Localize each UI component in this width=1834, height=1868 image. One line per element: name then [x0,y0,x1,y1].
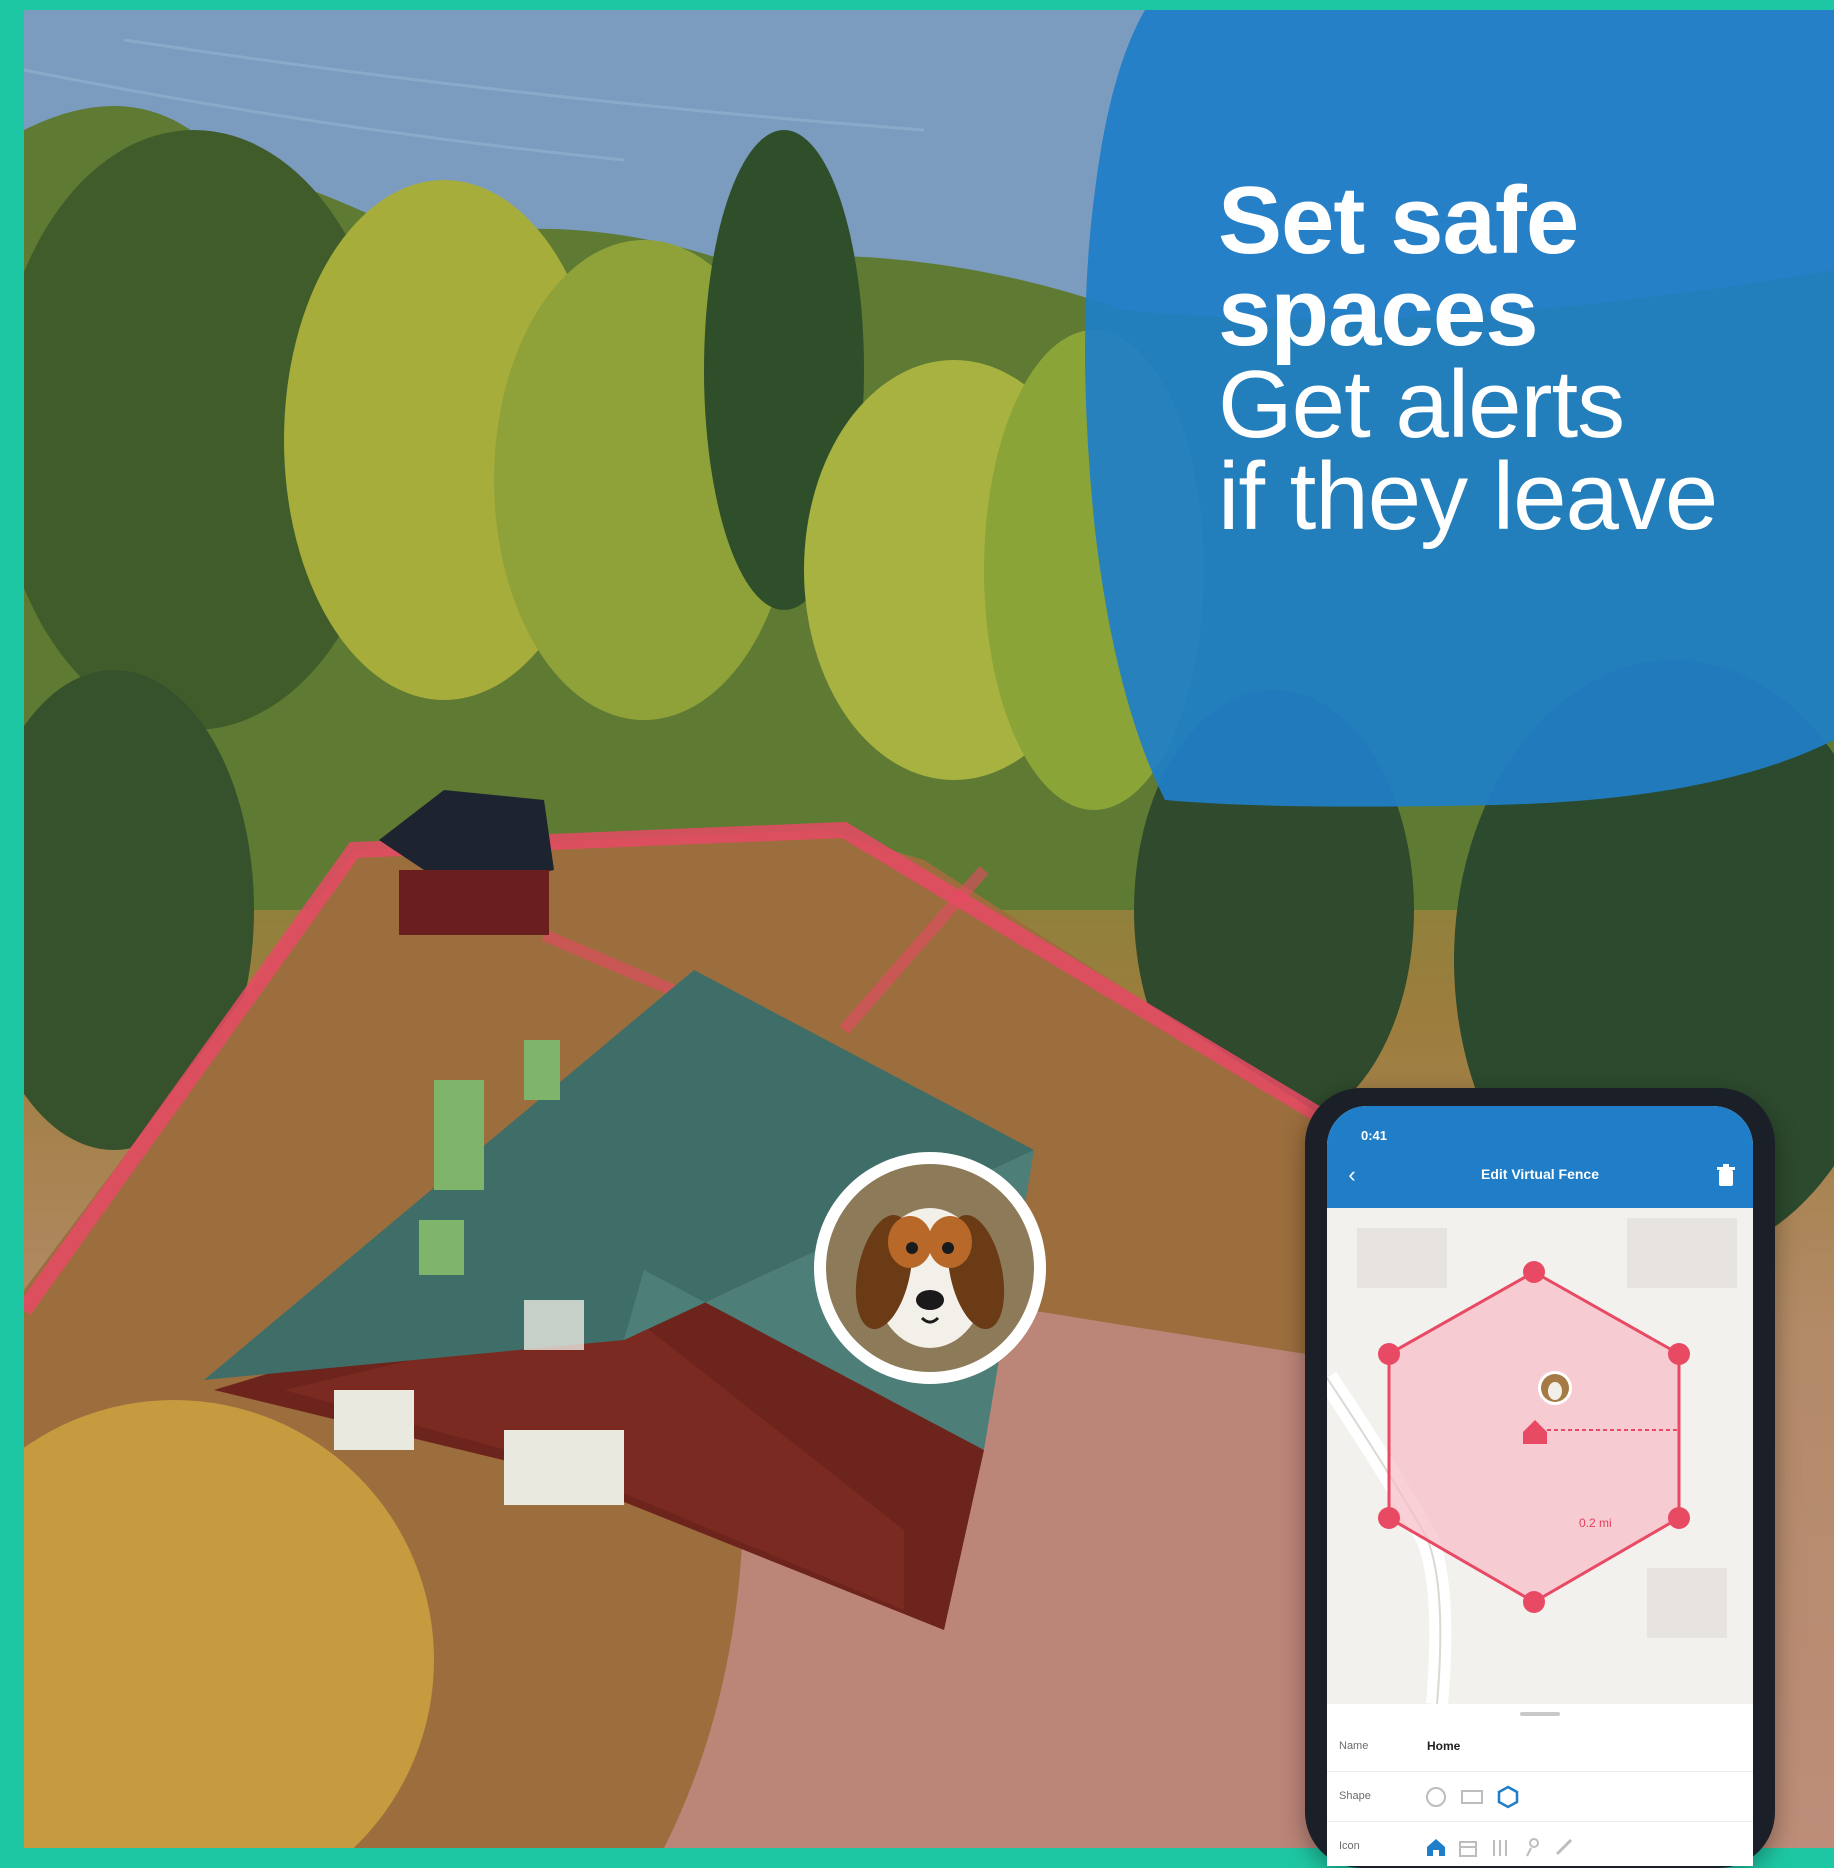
fence-vertex[interactable] [1668,1343,1690,1365]
circle-shape-icon[interactable] [1423,1784,1449,1810]
sheet-drag-handle[interactable] [1520,1712,1560,1716]
app-header: 0:41 ‹ Edit Virtual Fence [1327,1106,1753,1208]
building-icon[interactable] [1455,1834,1481,1860]
headline-line-4: if they leave [1218,443,1718,550]
icon-label: Icon [1339,1840,1360,1852]
tool-icon[interactable] [1551,1834,1577,1860]
phone-screen: 0:41 ‹ Edit Virtual Fence 0.2 mi Name Ho… [1327,1106,1753,1866]
name-row[interactable]: Name Home [1327,1722,1753,1772]
fence-icon[interactable] [1487,1834,1513,1860]
fence-vertex[interactable] [1378,1507,1400,1529]
fence-map-drawing [1327,1218,1737,1704]
headline-line-2: spaces [1218,259,1539,366]
rectangle-shape-icon[interactable] [1459,1784,1485,1810]
fence-vertex[interactable] [1523,1261,1545,1283]
headline-line-3: Get alerts [1218,351,1625,458]
fence-map[interactable]: 0.2 mi [1327,1208,1753,1704]
ad-canvas: Set safe spaces Get alerts if they leave… [0,0,1834,1868]
fence-vertex[interactable] [1523,1591,1545,1613]
screen-title: Edit Virtual Fence [1481,1166,1599,1182]
status-time: 0:41 [1361,1128,1388,1143]
fence-settings-sheet: Name Home Shape Icon [1327,1704,1753,1866]
dog-location-pin [814,1152,1046,1384]
headline-line-1: Set safe [1218,167,1579,274]
shape-label: Shape [1339,1790,1371,1802]
icon-row: Icon [1327,1822,1753,1866]
shape-row: Shape [1327,1772,1753,1822]
fence-vertex[interactable] [1668,1507,1690,1529]
headline: Set safe spaces Get alerts if they leave [1218,167,1828,550]
home-icon[interactable] [1423,1834,1449,1860]
polygon-shape-icon[interactable] [1495,1784,1521,1810]
name-value[interactable]: Home [1427,1739,1460,1753]
fence-vertex[interactable] [1378,1343,1400,1365]
trash-icon[interactable] [1715,1164,1737,1188]
tree-icon[interactable] [1519,1834,1545,1860]
radius-distance: 0.2 mi [1579,1516,1612,1530]
phone-mockup: 0:41 ‹ Edit Virtual Fence 0.2 mi Name Ho… [1305,1088,1775,1868]
name-label: Name [1339,1740,1369,1752]
